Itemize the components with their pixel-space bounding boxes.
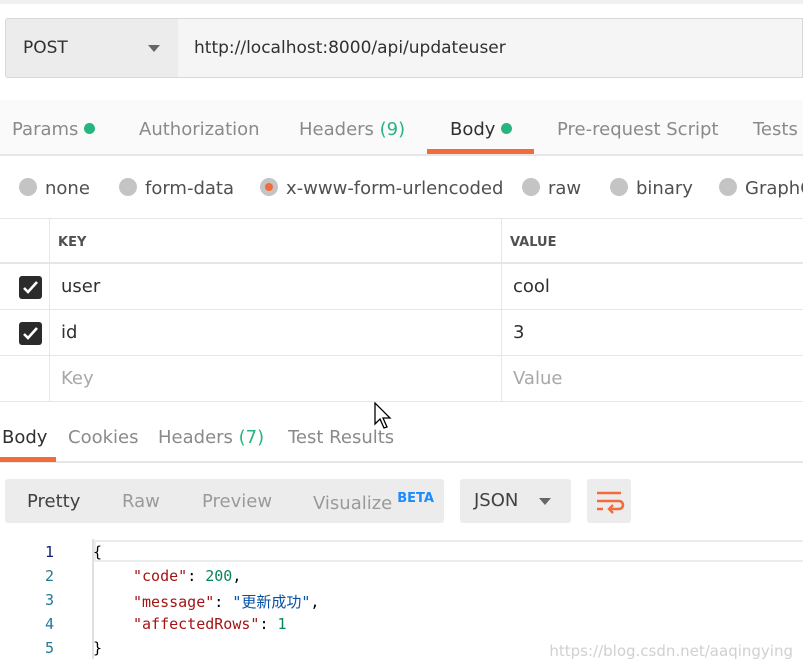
tab-params[interactable]: Params — [12, 119, 96, 140]
params-table: KEY VALUE user cool id 3 Key Value — [0, 218, 803, 402]
radio-x-www-form-urlencoded[interactable]: x-www-form-urlencoded — [260, 178, 503, 199]
status-dot-icon — [84, 123, 96, 134]
status-dot-icon — [501, 123, 513, 134]
checkbox-checked-icon[interactable] — [19, 322, 42, 345]
tab-authorization[interactable]: Authorization — [139, 119, 260, 140]
request-tabs: Params Authorization Headers (9) Body Pr… — [0, 100, 803, 156]
value-input[interactable]: Value — [502, 356, 803, 401]
key-header: KEY — [50, 219, 502, 262]
value-cell[interactable]: 3 — [502, 310, 803, 355]
chevron-down-icon — [148, 45, 160, 52]
radio-icon — [119, 178, 137, 196]
radio-form-data[interactable]: form-data — [119, 178, 234, 199]
tab-response-body[interactable]: Body — [2, 427, 47, 448]
line-number: 1 — [44, 543, 54, 561]
radio-binary[interactable]: binary — [610, 178, 693, 199]
radio-icon — [522, 178, 540, 196]
radio-icon — [19, 178, 37, 196]
preview-button[interactable]: Preview — [202, 491, 272, 512]
radio-label: none — [45, 178, 90, 199]
visualize-label: Visualize — [313, 493, 393, 514]
value-header: VALUE — [510, 235, 557, 250]
table-header: KEY VALUE — [0, 219, 803, 264]
raw-button[interactable]: Raw — [122, 491, 160, 512]
top-strip — [0, 0, 803, 4]
tab-label: Body — [450, 119, 496, 140]
radio-label: GraphQL — [745, 178, 803, 199]
tab-tests[interactable]: Tests — [753, 119, 798, 140]
tab-cookies[interactable]: Cookies — [68, 427, 138, 448]
radio-label: form-data — [145, 178, 235, 199]
line-number: 5 — [44, 639, 54, 657]
radio-label: raw — [548, 178, 582, 199]
json-string: "更新成功" — [232, 593, 311, 611]
view-mode-group: Pretty Raw Preview Visualize BETA — [5, 479, 444, 523]
format-select[interactable]: JSON — [460, 479, 571, 523]
headers-count: (9) — [379, 119, 406, 140]
json-key: "message" — [133, 593, 215, 611]
checkbox-column — [0, 219, 50, 262]
json-number: 200 — [205, 567, 233, 585]
method-select[interactable]: POST — [5, 18, 179, 78]
radio-icon — [719, 178, 737, 196]
line-number: 3 — [44, 591, 54, 609]
radio-label: x-www-form-urlencoded — [286, 178, 504, 199]
format-label: JSON — [474, 490, 519, 511]
tab-label: Headers — [299, 119, 374, 140]
tab-pre-request-script[interactable]: Pre-request Script — [557, 119, 718, 140]
tab-label: Headers — [158, 427, 233, 448]
key-cell[interactable]: id — [50, 310, 502, 355]
wrap-lines-button[interactable] — [587, 479, 631, 523]
tab-label: Params — [12, 119, 79, 140]
response-tabs: Body Cookies Headers (7) Test Results — [0, 415, 803, 463]
radio-raw[interactable]: raw — [522, 178, 581, 199]
active-response-tab-indicator — [0, 457, 56, 462]
json-key: "code" — [133, 567, 188, 585]
watermark: https://blog.csdn.net/aaqingying — [549, 642, 793, 660]
beta-badge: BETA — [397, 491, 434, 506]
table-row: id 3 — [0, 310, 803, 356]
radio-graphql[interactable]: GraphQL — [719, 178, 803, 199]
json-number: 1 — [277, 615, 287, 633]
tab-headers[interactable]: Headers (9) — [299, 119, 405, 140]
radio-none[interactable]: none — [19, 178, 90, 199]
tab-response-headers[interactable]: Headers (7) — [158, 427, 264, 448]
wrap-lines-icon — [597, 491, 625, 514]
line-number: 2 — [44, 567, 54, 585]
table-row: user cool — [0, 264, 803, 310]
radio-icon — [610, 178, 628, 196]
radio-label: binary — [636, 178, 693, 199]
chevron-down-icon — [539, 498, 551, 505]
code-brace: } — [93, 639, 103, 657]
line-number: 4 — [44, 615, 54, 633]
current-line-highlight — [94, 540, 803, 562]
checkbox-checked-icon[interactable] — [19, 276, 42, 299]
method-label: POST — [23, 38, 68, 58]
table-row-new: Key Value — [0, 356, 803, 402]
key-input[interactable]: Key — [50, 356, 502, 401]
tab-test-results[interactable]: Test Results — [288, 427, 394, 448]
active-tab-indicator — [427, 149, 534, 154]
radio-selected-icon — [260, 178, 278, 196]
code-brace: { — [93, 543, 103, 561]
pretty-button[interactable]: Pretty — [27, 491, 80, 512]
headers-count: (7) — [238, 427, 265, 448]
visualize-button[interactable]: Visualize BETA — [313, 491, 434, 514]
json-key: "affectedRows" — [133, 615, 260, 633]
url-input[interactable]: http://localhost:8000/api/updateuser — [178, 18, 803, 78]
tab-body[interactable]: Body — [450, 119, 513, 140]
value-cell[interactable]: cool — [502, 264, 803, 309]
key-cell[interactable]: user — [50, 264, 502, 309]
